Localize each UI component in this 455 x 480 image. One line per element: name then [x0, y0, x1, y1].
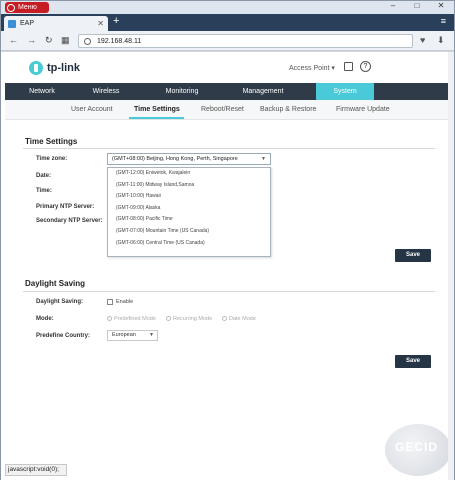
mode-label: Mode:: [36, 316, 54, 322]
tab-bar: EAP ✕ + ≡: [1, 14, 454, 31]
tp-link-logo-icon: [29, 61, 43, 75]
time-label: Time:: [36, 188, 52, 194]
time-zone-label: Time zone:: [36, 156, 68, 162]
web-page: tp-link Access Point ▾ ? Network Wireles…: [1, 52, 454, 480]
title-bar: Меню – □ ✕: [1, 1, 454, 14]
address-bar: ← → ↻ ▦ 192.168.48.11 ♥ ⬇: [1, 31, 454, 51]
browser-menu-button[interactable]: Меню: [5, 2, 49, 13]
download-icon[interactable]: ⬇: [437, 35, 445, 46]
tp-link-logo: tp-link: [29, 61, 80, 75]
nav-network[interactable]: Network: [23, 83, 61, 100]
chevron-down-icon: ▼: [261, 156, 266, 162]
maximize-icon[interactable]: □: [408, 1, 426, 11]
menu-label: Меню: [18, 4, 37, 11]
tz-option[interactable]: (GMT-11:00) Midway Island,Samoa: [108, 180, 270, 192]
nav-system[interactable]: System: [316, 83, 374, 100]
url-text: 192.168.48.11: [97, 37, 142, 45]
reload-icon[interactable]: ↻: [45, 35, 53, 46]
daylight-saving-title: Daylight Saving: [25, 279, 86, 288]
predefined-mode-label: Predefined Mode: [114, 316, 156, 322]
time-zone-dropdown: (GMT-12:00) Eniwetok, Kwajalein (GMT-11:…: [107, 167, 271, 257]
nav-wireless[interactable]: Wireless: [76, 83, 136, 100]
tz-option[interactable]: (GMT-07:00) Mountain Time (US Canada): [108, 226, 270, 238]
recurring-mode-label: Recurring Mode: [173, 316, 213, 322]
main-nav: Network Wireless Monitoring Management S…: [5, 83, 450, 100]
tz-option[interactable]: (GMT-09:00) Alaska: [108, 203, 270, 215]
mode-selector[interactable]: Access Point ▾: [289, 64, 335, 72]
subnav-time-settings[interactable]: Time Settings: [134, 106, 180, 113]
close-icon[interactable]: ✕: [432, 1, 450, 11]
nav-monitoring[interactable]: Monitoring: [151, 83, 213, 100]
tz-option[interactable]: (GMT-12:00) Eniwetok, Kwajalein: [108, 168, 270, 180]
heart-icon[interactable]: ♥: [420, 35, 425, 45]
help-icon[interactable]: ?: [360, 61, 371, 72]
back-icon[interactable]: ←: [9, 35, 18, 45]
secondary-ntp-label: Secondary NTP Server:: [36, 218, 103, 224]
subnav-user-account[interactable]: User Account: [71, 106, 113, 113]
tz-option[interactable]: (GMT-10:00) Hawaii: [108, 191, 270, 203]
country-value: European: [112, 332, 136, 338]
enable-label: Enable: [116, 299, 134, 305]
time-zone-value: (GMT+08:00) Beijing, Hong Kong, Perth, S…: [112, 156, 238, 162]
watermark-text: GECID: [395, 440, 439, 454]
country-select[interactable]: European ▼: [107, 330, 158, 341]
save-time-button[interactable]: Save: [395, 249, 431, 262]
logo-text: tp-link: [47, 62, 80, 74]
status-bar: javascript:void(0);: [5, 464, 67, 476]
new-tab-icon[interactable]: +: [113, 15, 119, 27]
date-mode-radio[interactable]: [222, 316, 227, 321]
active-tab-indicator: [129, 117, 184, 119]
site-info-icon: [84, 37, 91, 45]
chevron-down-icon: ▼: [149, 332, 154, 338]
enable-checkbox[interactable]: [107, 299, 113, 305]
date-label: Date:: [36, 173, 52, 179]
daylight-saving-label: Daylight Saving:: [36, 299, 84, 305]
tab-close-icon[interactable]: ✕: [97, 19, 104, 28]
browser-tab[interactable]: EAP ✕: [4, 16, 108, 31]
nav-management[interactable]: Management: [228, 83, 298, 100]
speed-dial-icon[interactable]: ▦: [61, 35, 70, 46]
minimize-icon[interactable]: –: [384, 1, 402, 11]
browser-window: Меню – □ ✕ EAP ✕ + ≡ ← → ↻ ▦ 192.168.48.1…: [0, 0, 455, 480]
sub-nav: User Account Time Settings Reboot/Reset …: [5, 100, 450, 120]
subnav-reboot-reset[interactable]: Reboot/Reset: [201, 106, 244, 113]
date-mode-label: Date Mode: [229, 316, 256, 322]
time-settings-title: Time Settings: [25, 137, 78, 146]
opera-icon: [7, 3, 15, 12]
primary-ntp-label: Primary NTP Server:: [36, 204, 95, 210]
tz-option[interactable]: (GMT-08:00) Pacific Time: [108, 214, 270, 226]
divider: [23, 291, 435, 292]
eap-header: tp-link Access Point ▾ ?: [1, 52, 454, 83]
predefined-mode-radio[interactable]: [107, 316, 112, 321]
subnav-backup-restore[interactable]: Backup & Restore: [260, 106, 316, 113]
logout-icon[interactable]: [344, 62, 353, 71]
save-daylight-button[interactable]: Save: [395, 355, 431, 368]
window-controls: – □ ✕: [384, 1, 450, 11]
favicon-icon: [8, 19, 16, 28]
time-zone-select[interactable]: (GMT+08:00) Beijing, Hong Kong, Perth, S…: [107, 153, 271, 165]
gecid-watermark: GECID: [385, 424, 451, 476]
tab-title: EAP: [20, 20, 35, 27]
tab-menu-icon[interactable]: ≡: [441, 16, 446, 26]
scrollbar[interactable]: [448, 52, 454, 480]
recurring-mode-radio[interactable]: [166, 316, 171, 321]
divider: [23, 148, 435, 149]
predefine-country-label: Predefine Country:: [36, 333, 91, 339]
tz-option[interactable]: (GMT-06:00) Central Time (US Canada): [108, 238, 270, 250]
forward-icon[interactable]: →: [27, 35, 36, 45]
url-field[interactable]: 192.168.48.11: [78, 34, 413, 48]
subnav-firmware-update[interactable]: Firmware Update: [336, 106, 390, 113]
